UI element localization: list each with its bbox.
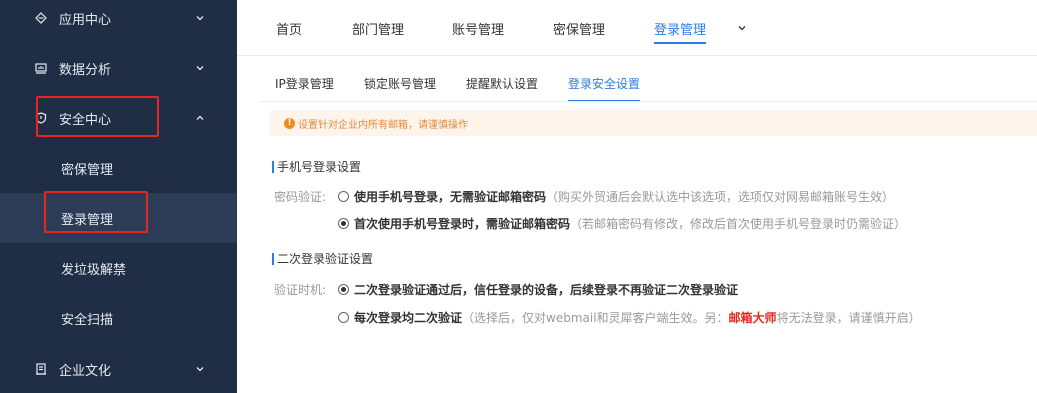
chevron-up-icon: [196, 115, 204, 120]
tab-label: 账号管理: [452, 22, 505, 38]
chevron-down-icon: [196, 367, 204, 372]
sidebar-subitem-label: 密保管理: [61, 162, 114, 178]
radio-button-selected[interactable]: [338, 284, 349, 295]
section-marker: [272, 160, 274, 173]
sidebar-subitem-label: 安全扫描: [61, 312, 114, 328]
sidebar-item-label: 企业文化: [59, 363, 112, 379]
tab-label: 密保管理: [553, 22, 606, 38]
warning-notice: ! 设置针对企业内所有邮箱，请谨慎操作: [270, 110, 1037, 136]
subtab-locked-accounts[interactable]: 锁定账号管理: [364, 64, 436, 102]
subtab-label: 登录安全设置: [568, 76, 641, 91]
subtab-label: 提醒默认设置: [466, 76, 539, 91]
tab-department-management[interactable]: 部门管理: [352, 0, 404, 56]
sidebar-item-label: 应用中心: [59, 12, 112, 28]
sidebar-item-app-center[interactable]: 应用中心: [0, 0, 237, 43]
sidebar-item-label: 数据分析: [59, 62, 112, 78]
option-note: 将无法登录，请谨慎开启）: [776, 311, 921, 325]
app-center-icon: [34, 11, 48, 25]
section-title-text: 手机号登录设置: [277, 160, 362, 174]
data-analysis-icon: [34, 61, 48, 75]
option-note: （选择后，仅对webmail和灵犀客户端生效。另：: [462, 311, 729, 325]
chevron-down-icon: [738, 26, 746, 31]
subtab-label: IP登录管理: [275, 76, 334, 91]
radio-option-always-verify[interactable]: 每次登录均二次验证 （选择后，仅对webmail和灵犀客户端生效。另： 邮箱大师…: [338, 309, 921, 326]
radio-option-first-time-password[interactable]: 首次使用手机号登录时，需验证邮箱密码 （若邮箱密码有修改，修改后首次使用手机号登…: [338, 215, 906, 232]
option-label: 首次使用手机号登录时，需验证邮箱密码: [354, 217, 571, 231]
sidebar-subitem-password-protection[interactable]: 密保管理: [0, 143, 237, 193]
section-marker: [272, 252, 274, 265]
tab-password-protection[interactable]: 密保管理: [553, 0, 605, 56]
sidebar-subitem-security-scan[interactable]: 安全扫描: [0, 293, 237, 343]
option-label: 二次登录验证通过后，信任登录的设备，后续登录不再验证二次登录验证: [354, 283, 739, 297]
radio-button[interactable]: [338, 191, 349, 202]
culture-icon: [34, 362, 48, 376]
radio-option-no-password[interactable]: 使用手机号登录，无需验证邮箱密码 （购买外贸通后会默认选中该选项，选项仅对网易邮…: [338, 188, 894, 205]
section-title-phone-login: 手机号登录设置: [272, 158, 361, 175]
chevron-down-icon: [196, 16, 204, 21]
option-note: （购买外贸通后会默认选中该选项，选项仅对网易邮箱账号生效）: [546, 190, 895, 204]
option-warning-app-name: 邮箱大师: [728, 311, 777, 325]
subtab-label: 锁定账号管理: [364, 76, 437, 91]
radio-option-trust-device[interactable]: 二次登录验证通过后，信任登录的设备，后续登录不再验证二次登录验证: [338, 281, 738, 298]
verify-timing-label: 验证时机:: [274, 283, 327, 297]
section-title-second-verify: 二次登录验证设置: [272, 250, 373, 267]
subtab-ip-login[interactable]: IP登录管理: [275, 64, 334, 102]
subtab-login-security[interactable]: 登录安全设置: [568, 64, 641, 102]
option-label: 使用手机号登录，无需验证邮箱密码: [354, 190, 547, 204]
option-label: 每次登录均二次验证: [354, 311, 463, 325]
subtab-reminder-defaults[interactable]: 提醒默认设置: [466, 64, 538, 102]
radio-button-selected[interactable]: [338, 218, 349, 229]
sidebar-item-data-analysis[interactable]: 数据分析: [0, 43, 237, 93]
sidebar-subitem-spam-unblock[interactable]: 发垃圾解禁: [0, 243, 237, 293]
chevron-down-icon: [196, 66, 204, 71]
warning-icon: !: [284, 117, 295, 129]
tab-login-management[interactable]: 登录管理: [638, 0, 722, 56]
top-tab-bar: 首页 部门管理 账号管理 密保管理 登录管理: [237, 0, 1037, 56]
highlight-box-login-management: [44, 191, 148, 233]
highlight-box-security-center: [36, 96, 159, 137]
tab-account-management[interactable]: 账号管理: [452, 0, 504, 56]
sidebar-item-corporate-culture[interactable]: 企业文化: [0, 344, 237, 393]
tab-label: 首页: [276, 22, 303, 38]
sidebar: 应用中心 数据分析 安全中心 密保管理 登录管理 发垃圾解禁 安全扫描 企业文化: [0, 0, 237, 393]
section-title-text: 二次登录验证设置: [277, 252, 374, 266]
subtab-divider: [260, 101, 1037, 102]
active-tab-underline: [654, 42, 707, 44]
password-verify-label: 密码验证:: [274, 190, 327, 204]
radio-button[interactable]: [338, 312, 349, 323]
option-note: （若邮箱密码有修改，修改后首次使用手机号登录时仍需验证）: [570, 217, 907, 231]
tab-label: 部门管理: [352, 22, 405, 38]
tab-label: 登录管理: [654, 22, 707, 38]
sidebar-subitem-label: 发垃圾解禁: [61, 262, 127, 278]
more-tabs-dropdown[interactable]: [737, 0, 751, 56]
warning-text: 设置针对企业内所有邮箱，请谨慎操作: [298, 119, 468, 131]
tab-home[interactable]: 首页: [276, 0, 302, 56]
